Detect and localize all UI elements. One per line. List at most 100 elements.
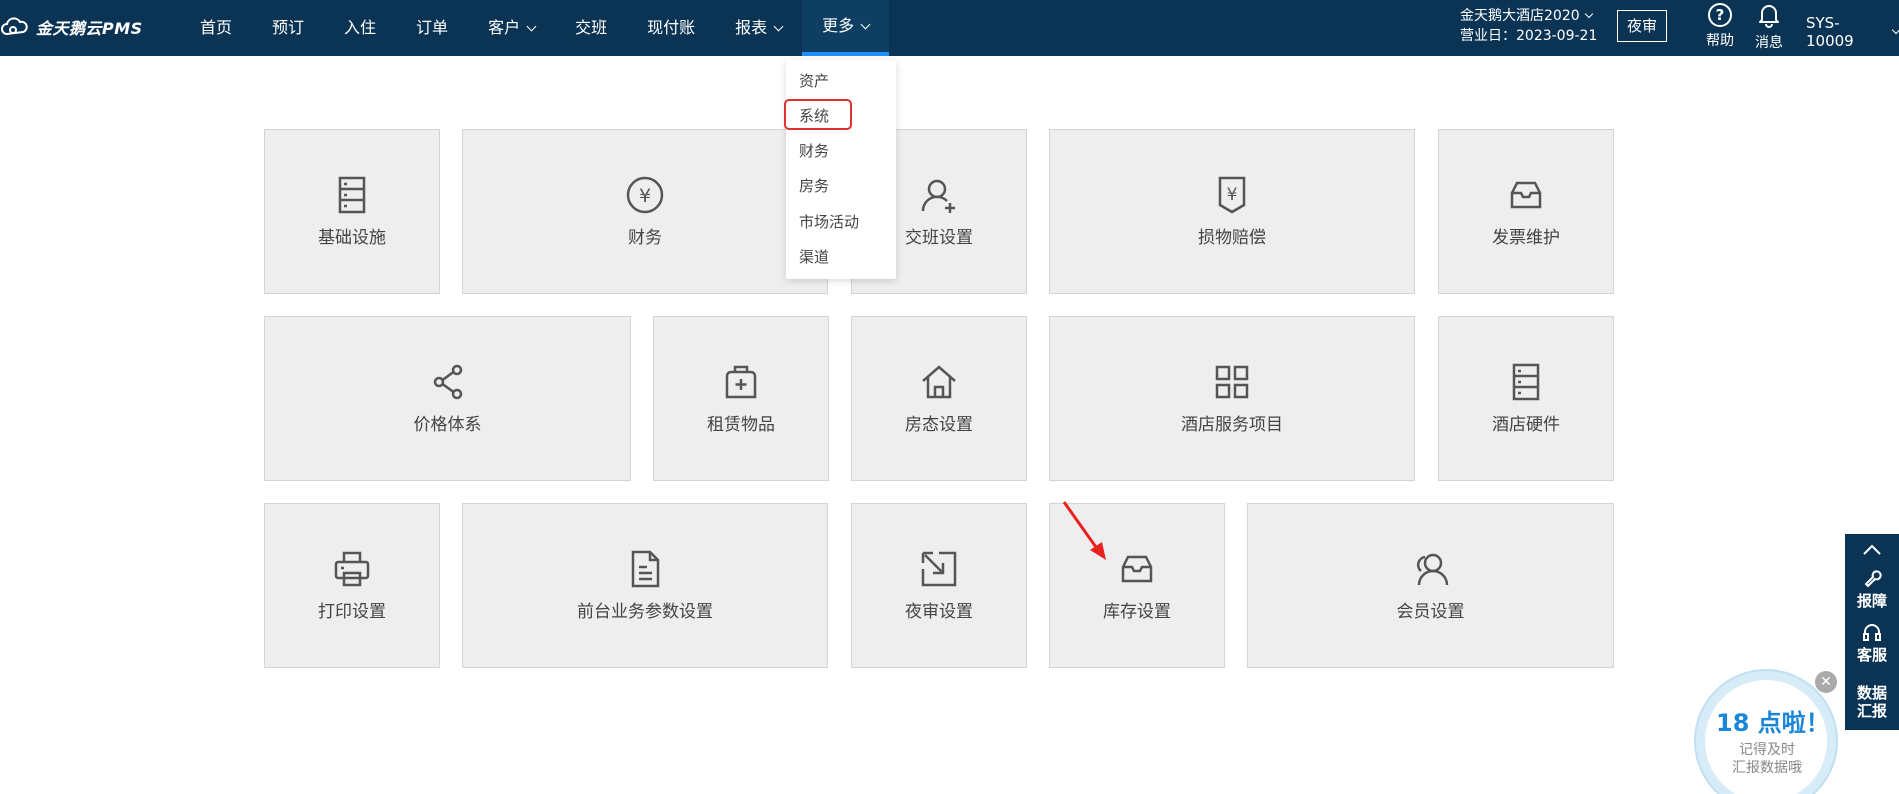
- chevron-down-icon: [1584, 9, 1593, 19]
- night-audit-button[interactable]: 夜审: [1617, 10, 1667, 42]
- bell-icon: [1759, 5, 1779, 28]
- tile-label: 发票维护: [1492, 228, 1560, 248]
- help-icon: ?: [1708, 3, 1732, 27]
- server-icon: [1512, 363, 1540, 401]
- document-icon: [631, 550, 660, 588]
- grid-icon: [1215, 365, 1249, 399]
- reminder-line1: 记得及时: [1739, 742, 1795, 758]
- hotel-info[interactable]: 金天鹅大酒店2020 营业日：2023-09-21: [1460, 6, 1597, 46]
- tile-label: 库存设置: [1103, 602, 1171, 622]
- cloud-logo-icon: [1, 17, 28, 36]
- side-item-customer-service[interactable]: 客服: [1845, 622, 1899, 665]
- tile-label: 会员设置: [1396, 602, 1465, 622]
- printer-icon: [334, 551, 370, 587]
- reminder-title: 18 点啦！: [1716, 709, 1830, 737]
- user-add-icon: [921, 179, 955, 213]
- tile-label: 基础设施: [318, 228, 386, 248]
- svg-text:¥: ¥: [639, 185, 651, 207]
- tile-hotel-service-items[interactable]: 酒店服务项目: [1049, 316, 1415, 481]
- nav-label: 预订: [272, 18, 305, 37]
- tile-label: 打印设置: [318, 602, 386, 622]
- nav-label: 订单: [416, 18, 449, 37]
- chevron-down-icon: [526, 21, 537, 31]
- reminder-line2: 汇报数据哦: [1732, 760, 1802, 776]
- hotel-selector[interactable]: 金天鹅大酒店2020: [1460, 6, 1597, 26]
- menu-item-assets[interactable]: 资产: [799, 70, 829, 91]
- app-logo[interactable]: 金天鹅云PMS: [0, 14, 143, 40]
- tile-damage-compensation[interactable]: ¥ 损物赔偿: [1049, 129, 1415, 294]
- business-date-label: 营业日：: [1460, 28, 1516, 44]
- nav-item-home[interactable]: 首页: [180, 0, 252, 56]
- tile-label: 酒店硬件: [1492, 415, 1560, 435]
- server-icon: [338, 176, 366, 214]
- nav-label: 更多: [822, 16, 855, 35]
- main-nav: 首页 预订 入住 订单 客户 交班 现付账 报表 更多: [180, 0, 890, 56]
- select-arrow-icon: [921, 551, 957, 587]
- business-date-value: 2023-09-21: [1516, 28, 1598, 44]
- nav-item-shift[interactable]: 交班: [555, 0, 627, 56]
- inbox-icon: [1121, 555, 1153, 583]
- help-button[interactable]: ? 帮助: [1702, 3, 1738, 50]
- users-icon: [1416, 553, 1448, 586]
- tile-rental-items[interactable]: 租赁物品: [653, 316, 829, 481]
- tile-label: 交班设置: [905, 228, 973, 248]
- user-id: SYS-10009: [1806, 14, 1854, 50]
- side-item-data-report[interactable]: 数据 汇报: [1845, 684, 1899, 720]
- nav-item-customers[interactable]: 客户: [468, 0, 555, 56]
- user-menu[interactable]: SYS-10009: [1806, 14, 1899, 50]
- share-icon: [433, 364, 462, 400]
- tile-label: 价格体系: [413, 415, 482, 435]
- tile-label: 前台业务参数设置: [577, 602, 713, 622]
- svg-text:¥: ¥: [1227, 185, 1238, 205]
- nav-label: 入住: [344, 18, 377, 37]
- medical-box-icon: [725, 365, 757, 399]
- tile-label: 房态设置: [905, 415, 973, 435]
- tile-room-status-settings[interactable]: 房态设置: [851, 316, 1027, 481]
- tile-infrastructure[interactable]: 基础设施: [264, 129, 440, 294]
- top-navigation-bar: 金天鹅云PMS 首页 预订 入住 订单 客户 交班 现付账 报表 更多 金天鹅大…: [0, 0, 1899, 56]
- tile-finance[interactable]: ¥ 财务: [462, 129, 828, 294]
- help-label: 帮助: [1706, 33, 1734, 49]
- annotation-arrow-icon: [1062, 501, 1106, 560]
- business-date: 营业日：2023-09-21: [1460, 26, 1597, 46]
- tile-invoice-maintenance[interactable]: 发票维护: [1438, 129, 1614, 294]
- tile-price-system[interactable]: 价格体系: [264, 316, 631, 481]
- messages-button[interactable]: 消息: [1749, 2, 1789, 52]
- tile-member-settings[interactable]: 会员设置: [1247, 503, 1614, 668]
- yen-circle-icon: ¥: [626, 176, 664, 214]
- highlight-box: [784, 99, 852, 130]
- hotel-name: 金天鹅大酒店2020: [1460, 8, 1580, 24]
- headset-icon: [1863, 624, 1881, 641]
- nav-label: 首页: [200, 18, 233, 37]
- nav-item-orders[interactable]: 订单: [396, 0, 468, 56]
- menu-item-housekeeping[interactable]: 房务: [799, 175, 829, 196]
- tile-label: 租赁物品: [707, 415, 775, 435]
- nav-item-reservation[interactable]: 预订: [252, 0, 324, 56]
- nav-item-cash-account[interactable]: 现付账: [627, 0, 715, 56]
- tile-night-audit-settings[interactable]: 夜审设置: [851, 503, 1027, 668]
- tile-label: 夜审设置: [905, 602, 973, 622]
- chevron-down-icon: [773, 21, 784, 31]
- chevron-down-icon: [860, 19, 871, 29]
- menu-item-marketing[interactable]: 市场活动: [799, 211, 859, 232]
- side-label: 数据: [1856, 684, 1887, 702]
- home-icon: [922, 365, 956, 399]
- nav-item-checkin[interactable]: 入住: [324, 0, 396, 56]
- chevron-up-icon[interactable]: [1862, 544, 1882, 556]
- side-item-report-issue[interactable]: 报障: [1845, 568, 1899, 611]
- tile-hotel-hardware[interactable]: 酒店硬件: [1438, 316, 1614, 481]
- nav-item-more[interactable]: 更多: [802, 0, 890, 56]
- close-icon[interactable]: ✕: [1815, 671, 1837, 693]
- wrench-icon: [1864, 570, 1882, 588]
- menu-item-finance[interactable]: 财务: [799, 140, 829, 161]
- side-label: 汇报: [1856, 702, 1887, 720]
- logo-text: 金天鹅云PMS: [36, 19, 143, 38]
- tile-label: 财务: [628, 228, 662, 248]
- tile-label: 损物赔偿: [1198, 228, 1266, 248]
- yen-shield-icon: ¥: [1218, 176, 1246, 214]
- chevron-down-icon: [1891, 25, 1899, 35]
- menu-item-channels[interactable]: 渠道: [799, 246, 829, 267]
- nav-item-reports[interactable]: 报表: [715, 0, 802, 56]
- tile-print-settings[interactable]: 打印设置: [264, 503, 440, 668]
- tile-front-desk-params[interactable]: 前台业务参数设置: [462, 503, 828, 668]
